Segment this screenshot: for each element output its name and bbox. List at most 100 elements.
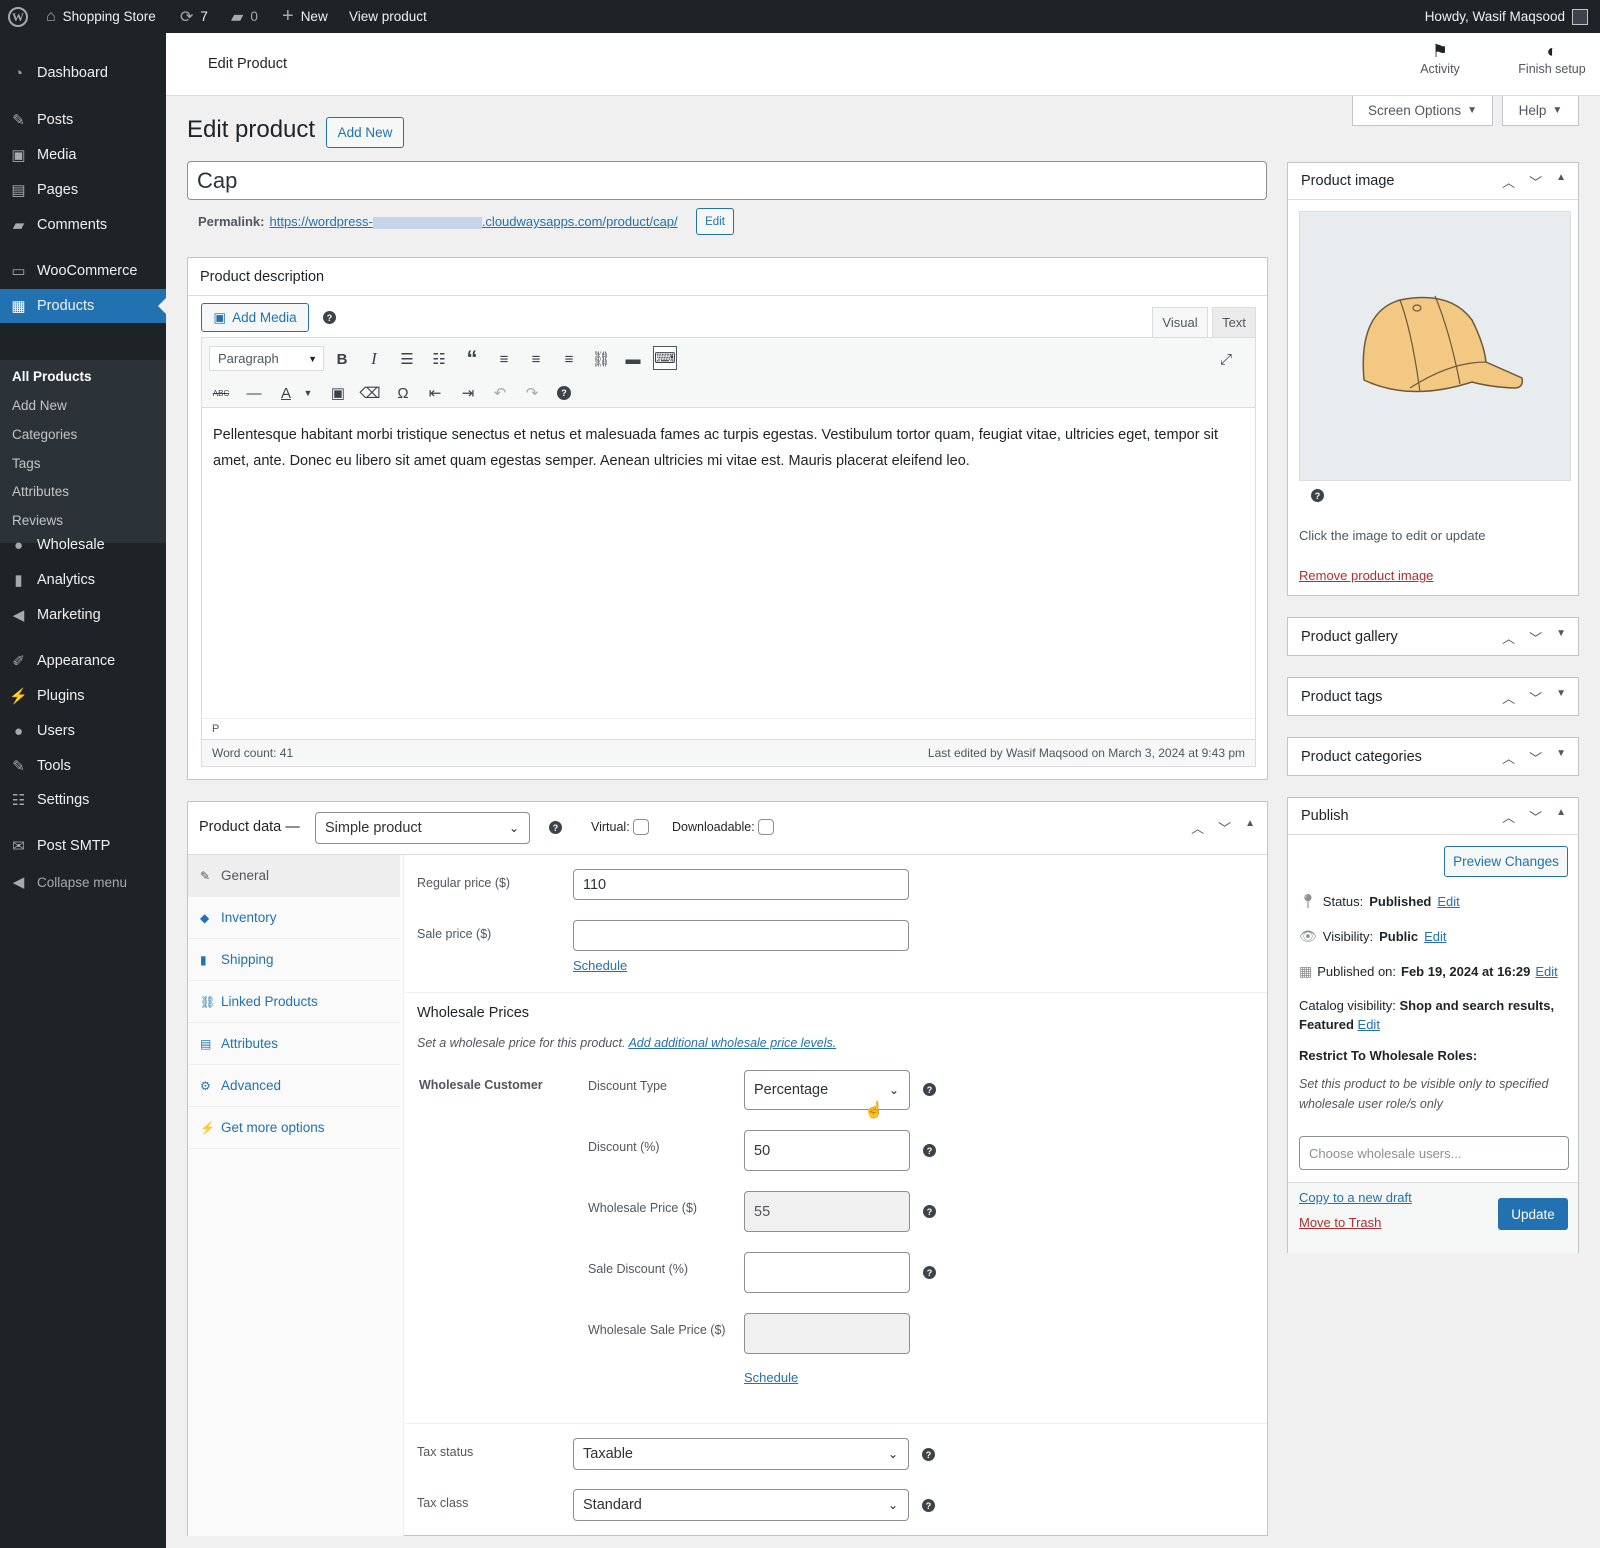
tab-get-more-options[interactable]: ⚡ Get more options bbox=[188, 1107, 400, 1149]
move-up-icon[interactable]: ︿ bbox=[1502, 748, 1515, 767]
tab-linked-products[interactable]: ⛓ Linked Products bbox=[188, 981, 400, 1023]
special-character-icon[interactable]: Ω bbox=[391, 381, 415, 405]
sidebar-item-plugins[interactable]: ⚡ Plugins bbox=[0, 679, 166, 713]
collapse-menu-button[interactable]: ◀ Collapse menu bbox=[0, 865, 166, 899]
move-to-trash-link[interactable]: Move to Trash bbox=[1299, 1215, 1381, 1230]
move-down-icon[interactable]: ﹀ bbox=[1529, 748, 1542, 767]
align-right-icon[interactable]: ≡ bbox=[557, 347, 581, 371]
submenu-all-products[interactable]: All Products bbox=[12, 369, 92, 384]
sidebar-item-pages[interactable]: ▤ Pages bbox=[0, 173, 166, 207]
expand-toggle-icon[interactable]: ▼ bbox=[1556, 628, 1566, 647]
move-up-icon[interactable]: ︿ bbox=[1502, 807, 1515, 826]
sidebar-item-analytics[interactable]: ▮ Analytics bbox=[0, 563, 166, 597]
tab-inventory[interactable]: ◆ Inventory bbox=[188, 897, 400, 939]
sidebar-item-tools[interactable]: ✎ Tools bbox=[0, 749, 166, 783]
view-product-link[interactable]: View product bbox=[349, 0, 427, 33]
product-type-select[interactable]: Simple product ⌄ bbox=[315, 812, 530, 844]
visibility-edit-link[interactable]: Edit bbox=[1424, 929, 1446, 944]
text-color-icon[interactable]: A bbox=[274, 381, 298, 405]
bold-icon[interactable]: B bbox=[330, 347, 354, 371]
move-up-icon[interactable]: ︿ bbox=[1502, 172, 1515, 191]
copy-draft-link[interactable]: Copy to a new draft bbox=[1299, 1190, 1412, 1205]
site-name-link[interactable]: ⌂ Shopping Store bbox=[46, 0, 156, 33]
sidebar-item-posts[interactable]: ✎ Posts bbox=[0, 103, 166, 137]
tab-visual[interactable]: Visual bbox=[1152, 307, 1208, 337]
paste-text-icon[interactable]: ▣ bbox=[326, 381, 350, 405]
permalink-edit-button[interactable]: Edit bbox=[696, 208, 734, 235]
help-icon[interactable]: ? bbox=[923, 1083, 936, 1096]
help-icon[interactable]: ? bbox=[323, 311, 336, 324]
sidebar-item-post-smtp[interactable]: ✉ Post SMTP bbox=[0, 829, 166, 863]
updates-link[interactable]: ⟳ 7 bbox=[180, 0, 208, 33]
help-icon[interactable]: ? bbox=[923, 1205, 936, 1218]
submenu-attributes[interactable]: Attributes bbox=[12, 484, 69, 499]
add-media-button[interactable]: ▣ Add Media bbox=[201, 303, 309, 332]
strikethrough-icon[interactable]: ABC bbox=[209, 381, 233, 405]
product-title-input[interactable]: Cap bbox=[187, 161, 1267, 200]
collapse-toggle-icon[interactable]: ▲ bbox=[1556, 807, 1566, 826]
tab-attributes[interactable]: ▤ Attributes bbox=[188, 1023, 400, 1065]
toolbar-toggle-icon[interactable]: ⌨ bbox=[653, 346, 677, 370]
tax-status-select[interactable]: Taxable ⌄ bbox=[573, 1438, 909, 1470]
tab-shipping[interactable]: ▮ Shipping bbox=[188, 939, 400, 981]
wholesale-schedule-link[interactable]: Schedule bbox=[744, 1370, 798, 1385]
sidebar-item-dashboard[interactable]: ◔ Dashboard bbox=[0, 56, 166, 90]
collapse-toggle-icon[interactable]: ▲ bbox=[1245, 818, 1255, 837]
indent-icon[interactable]: ⇥ bbox=[456, 381, 480, 405]
help-icon[interactable]: ? bbox=[922, 1448, 935, 1461]
move-down-icon[interactable]: ﹀ bbox=[1218, 818, 1231, 837]
virtual-checkbox[interactable] bbox=[632, 819, 649, 835]
submenu-reviews[interactable]: Reviews bbox=[12, 513, 63, 528]
permalink-link[interactable]: https://wordpress- .cloudwaysapps.com/pro… bbox=[269, 214, 677, 229]
format-select[interactable]: Paragraph ▼ bbox=[209, 346, 324, 371]
finish-setup-button[interactable]: ◐ Finish setup bbox=[1512, 41, 1592, 76]
published-edit-link[interactable]: Edit bbox=[1535, 964, 1557, 979]
sidebar-item-products[interactable]: ▦ Products bbox=[0, 289, 166, 323]
sale-discount-input[interactable] bbox=[744, 1252, 910, 1293]
link-icon[interactable]: ⛓ bbox=[589, 347, 613, 371]
sidebar-item-comments[interactable]: ▰ Comments bbox=[0, 208, 166, 242]
tab-text[interactable]: Text bbox=[1212, 307, 1256, 337]
sidebar-item-media[interactable]: ▣ Media bbox=[0, 138, 166, 172]
help-icon[interactable]: ? bbox=[549, 821, 562, 834]
help-icon[interactable]: ? bbox=[1311, 489, 1324, 502]
wordpress-logo-icon[interactable]: W bbox=[8, 0, 28, 33]
sidebar-item-users[interactable]: ● Users bbox=[0, 714, 166, 748]
move-down-icon[interactable]: ﹀ bbox=[1529, 807, 1542, 826]
move-down-icon[interactable]: ﹀ bbox=[1529, 688, 1542, 707]
sidebar-item-marketing[interactable]: ◀ Marketing bbox=[0, 598, 166, 632]
sidebar-item-wholesale[interactable]: ● Wholesale bbox=[0, 528, 166, 562]
numbered-list-icon[interactable]: ☷ bbox=[427, 347, 451, 371]
help-toggle[interactable]: Help ▼ bbox=[1502, 96, 1579, 126]
help-icon[interactable]: ? bbox=[923, 1266, 936, 1279]
tax-class-select[interactable]: Standard ⌄ bbox=[573, 1489, 909, 1521]
remove-image-link[interactable]: Remove product image bbox=[1299, 568, 1433, 583]
add-new-button[interactable]: Add New bbox=[326, 117, 404, 148]
align-left-icon[interactable]: ≡ bbox=[492, 347, 516, 371]
add-wholesale-levels-link[interactable]: Add additional wholesale price levels. bbox=[628, 1036, 836, 1050]
collapse-toggle-icon[interactable]: ▲ bbox=[1556, 172, 1566, 191]
tab-general[interactable]: ✎ General bbox=[188, 855, 400, 897]
submenu-tags[interactable]: Tags bbox=[12, 456, 41, 471]
sidebar-item-woocommerce[interactable]: ▭ WooCommerce bbox=[0, 254, 166, 288]
screen-options-toggle[interactable]: Screen Options ▼ bbox=[1352, 96, 1493, 126]
outdent-icon[interactable]: ⇤ bbox=[423, 381, 447, 405]
fullscreen-icon[interactable]: ⤢ bbox=[1214, 347, 1238, 371]
sidebar-item-appearance[interactable]: ✐ Appearance bbox=[0, 644, 166, 678]
redo-icon[interactable]: ↷ bbox=[520, 381, 544, 405]
move-up-icon[interactable]: ︿ bbox=[1502, 688, 1515, 707]
move-up-icon[interactable]: ︿ bbox=[1191, 818, 1204, 837]
italic-icon[interactable]: I bbox=[362, 347, 386, 371]
wholesale-roles-input[interactable]: Choose wholesale users... bbox=[1299, 1136, 1569, 1170]
product-categories-box[interactable]: Product categories ︿ ﹀ ▼ bbox=[1287, 737, 1579, 776]
catalog-edit-link[interactable]: Edit bbox=[1358, 1017, 1380, 1032]
tab-advanced[interactable]: ⚙ Advanced bbox=[188, 1065, 400, 1107]
status-edit-link[interactable]: Edit bbox=[1437, 894, 1459, 909]
expand-toggle-icon[interactable]: ▼ bbox=[1556, 688, 1566, 707]
move-down-icon[interactable]: ﹀ bbox=[1529, 628, 1542, 647]
my-account-link[interactable]: Howdy, Wasif Maqsood bbox=[1425, 0, 1588, 33]
horizontal-line-icon[interactable]: — bbox=[242, 381, 266, 405]
blockquote-icon[interactable]: “ bbox=[460, 346, 484, 371]
clear-format-icon[interactable]: ⌫ bbox=[358, 381, 382, 405]
sale-price-input[interactable] bbox=[573, 920, 909, 951]
